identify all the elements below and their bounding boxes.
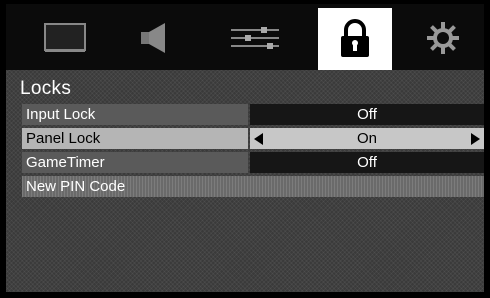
row-value: Off	[250, 152, 484, 173]
row-label: GameTimer	[22, 152, 248, 173]
arrow-left-icon[interactable]	[254, 133, 263, 145]
row-value: On	[356, 130, 377, 147]
row-label: New PIN Code	[22, 176, 484, 197]
row-value: Off	[250, 104, 484, 125]
tab-settings[interactable]	[218, 12, 292, 64]
row-label: Panel Lock	[22, 128, 248, 149]
lock-icon	[341, 19, 369, 57]
row-label: Input Lock	[22, 104, 248, 125]
tv-menu-screen: Locks Input Lock Off Panel Lock On GameT…	[0, 0, 490, 298]
row-value-selector[interactable]: On	[250, 128, 484, 149]
arrow-right-icon[interactable]	[471, 133, 480, 145]
row-input-lock[interactable]: Input Lock Off	[22, 104, 484, 125]
locks-panel: Locks Input Lock Off Panel Lock On GameT…	[6, 70, 484, 292]
tab-sound[interactable]	[118, 12, 192, 64]
menu-tab-bar	[6, 4, 484, 70]
settings-sliders-icon	[231, 27, 279, 49]
row-panel-lock[interactable]: Panel Lock On	[22, 128, 484, 149]
gear-icon	[427, 22, 459, 54]
tab-picture[interactable]	[28, 12, 102, 64]
row-new-pin-code[interactable]: New PIN Code	[22, 176, 484, 197]
tab-setup[interactable]	[406, 12, 480, 64]
tab-locks[interactable]	[318, 8, 392, 70]
speaker-icon	[141, 23, 165, 53]
picture-icon	[44, 23, 86, 52]
panel-title: Locks	[20, 78, 72, 99]
row-game-timer[interactable]: GameTimer Off	[22, 152, 484, 173]
